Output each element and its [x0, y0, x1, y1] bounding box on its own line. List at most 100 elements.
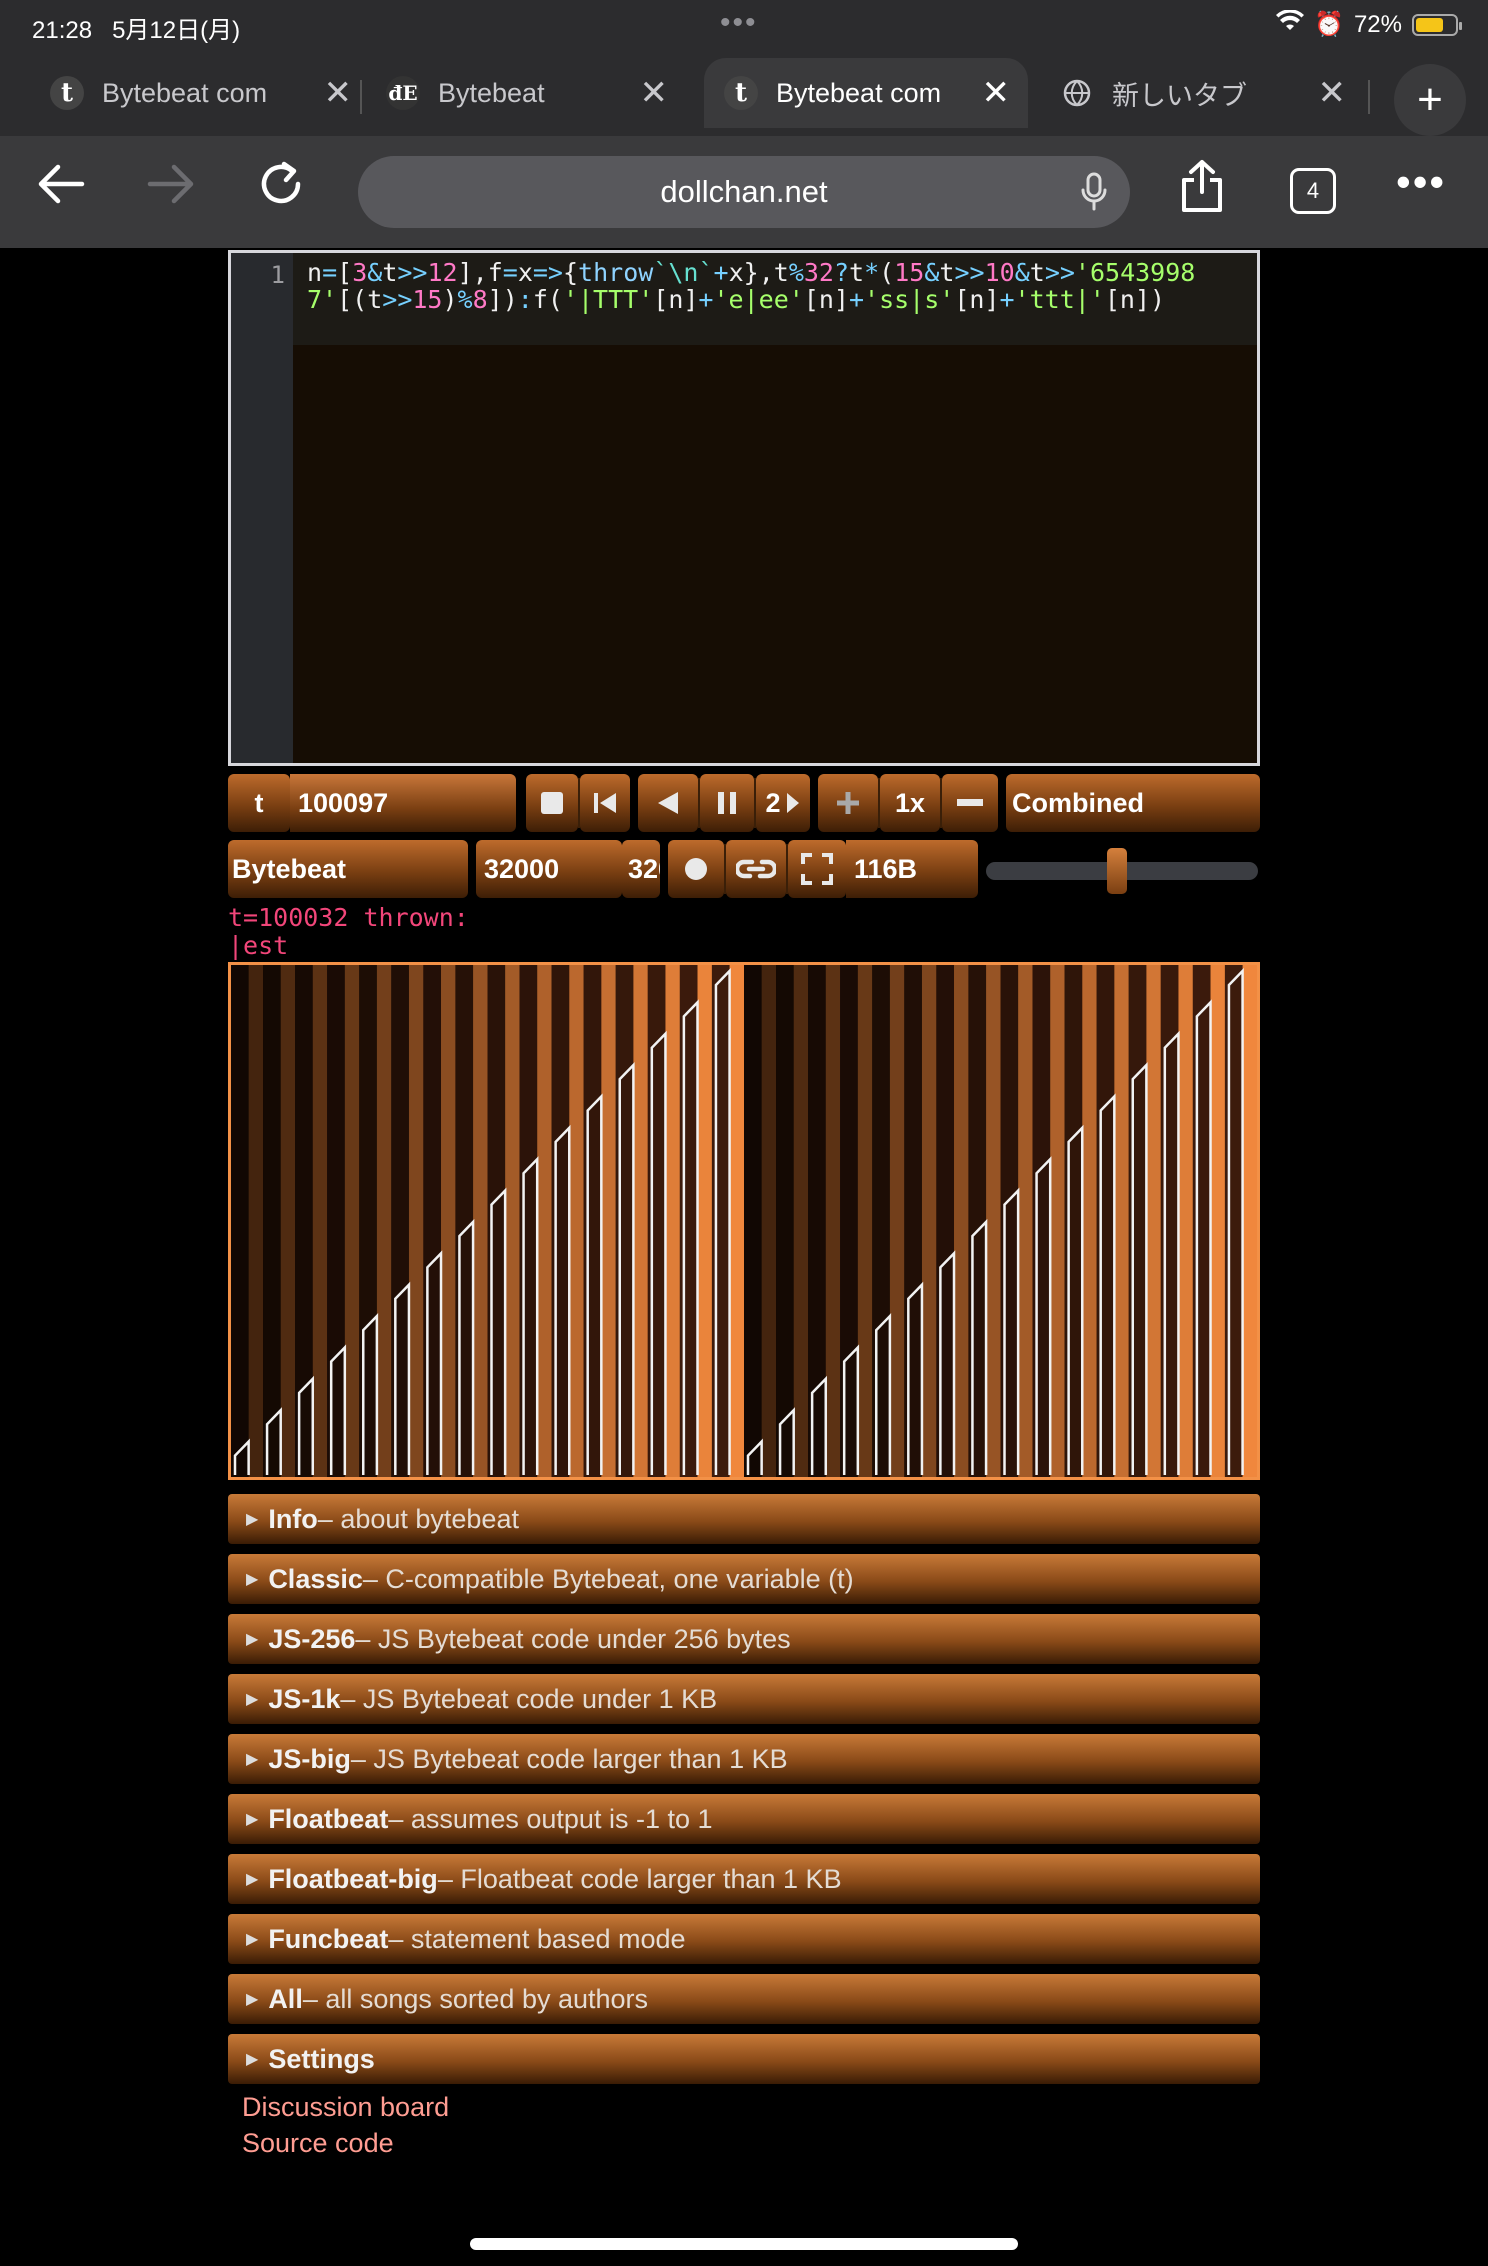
multitask-dots-icon[interactable]: ••• — [720, 6, 758, 40]
tab-bytebeat[interactable]: đE Bytebeat ✕ — [366, 58, 686, 128]
waveform-canvas[interactable] — [228, 962, 1260, 1480]
sample-rate-input[interactable]: 32000 — [476, 840, 622, 898]
stop-button[interactable] — [526, 774, 578, 832]
section-all[interactable]: ▶ All – all songs sorted by authors — [228, 1974, 1260, 2024]
tab-bytebeat-composer-active[interactable]: t Bytebeat com ✕ — [704, 58, 1028, 128]
volume-slider[interactable] — [986, 848, 1258, 894]
section-floatbeat-big[interactable]: ▶ Floatbeat-big – Floatbeat code larger t… — [228, 1854, 1260, 1904]
arrow-right-icon — [147, 164, 194, 204]
close-icon[interactable]: ✕ — [982, 73, 1011, 113]
error-message: t=100032 thrown: |est — [228, 903, 469, 960]
disclosure-triangle-icon: ▶ — [246, 1931, 259, 1948]
pause-button[interactable] — [700, 774, 754, 832]
sample-rate-select[interactable]: 32000 — [622, 840, 660, 898]
tab-bytebeat-composer-1[interactable]: t Bytebeat com ✕ — [30, 58, 370, 128]
section-title: Classic — [268, 1563, 363, 1594]
section-title: Settings — [268, 2043, 375, 2074]
status-right: ⏰ 72% — [1276, 9, 1462, 39]
fullscreen-icon — [801, 853, 833, 885]
code-size-label: 116B — [846, 840, 978, 898]
more-menu-icon[interactable]: ••• — [1396, 158, 1446, 206]
tab-favicon-icon: t — [724, 76, 758, 110]
back-button[interactable] — [36, 162, 86, 217]
section-description: – JS Bytebeat code larger than 1 KB — [350, 1743, 788, 1774]
close-icon[interactable]: ✕ — [324, 73, 353, 113]
section-js-big[interactable]: ▶ JS-big – JS Bytebeat code larger than 1… — [228, 1734, 1260, 1784]
section-info[interactable]: ▶ Info – about bytebeat — [228, 1494, 1260, 1544]
status-bar: 21:28 5月12日(月) ••• ⏰ 72% — [0, 0, 1488, 50]
record-button[interactable] — [668, 840, 724, 898]
section-title: JS-1k — [268, 1683, 341, 1714]
disclosure-triangle-icon: ▶ — [246, 1991, 259, 2008]
mode-select[interactable]: Bytebeat — [228, 840, 468, 898]
share-link-button[interactable] — [726, 840, 786, 898]
section-description: – JS Bytebeat code under 256 bytes — [355, 1623, 791, 1654]
microphone-icon[interactable] — [1080, 172, 1108, 221]
waveform-display — [231, 965, 1257, 1477]
share-button[interactable] — [1178, 158, 1226, 225]
speed-direction-label: 2 — [765, 787, 781, 818]
section-classic[interactable]: ▶ Classic – C-compatible Bytebeat, one va… — [228, 1554, 1260, 1604]
speed-value[interactable]: 1x — [880, 774, 940, 832]
share-icon — [1182, 160, 1222, 212]
tab-title: Bytebeat com — [776, 77, 942, 108]
stop-icon — [541, 792, 563, 814]
alarm-icon: ⏰ — [1314, 11, 1344, 38]
reload-icon — [261, 161, 301, 204]
code-text[interactable]: n=[3&t>>12],f=x=>{throw`\n`+x},t%32?t*(1… — [307, 259, 1257, 313]
section-title: JS-256 — [268, 1623, 356, 1654]
source-code-link[interactable]: Source code — [242, 2128, 394, 2159]
section-title: Info — [268, 1503, 318, 1534]
home-indicator[interactable] — [470, 2238, 1018, 2250]
play-backward-button[interactable] — [638, 774, 698, 832]
volume-slider-thumb[interactable] — [1106, 848, 1127, 894]
globe-icon — [1060, 76, 1094, 110]
pause-icon — [718, 792, 736, 814]
playback-controls: t 100097 2 1x Combined — [228, 774, 1260, 832]
play-forward-speed-button[interactable]: 2 — [756, 774, 810, 832]
reload-button[interactable] — [256, 158, 308, 221]
discussion-board-link[interactable]: Discussion board — [242, 2092, 449, 2123]
section-js-1k[interactable]: ▶ JS-1k – JS Bytebeat code under 1 KB — [228, 1674, 1260, 1724]
section-title: Floatbeat-big — [268, 1863, 438, 1894]
forward-button[interactable] — [146, 162, 196, 217]
draw-mode-select[interactable]: Combined — [1006, 774, 1260, 832]
tab-count-button[interactable]: 4 — [1290, 168, 1336, 214]
close-icon[interactable]: ✕ — [640, 73, 669, 113]
battery-percent: 72% — [1353, 10, 1402, 38]
disclosure-triangle-icon: ▶ — [246, 1571, 259, 1588]
disclosure-triangle-icon: ▶ — [246, 1511, 259, 1528]
arrow-left-icon — [38, 164, 85, 204]
code-editor[interactable]: 1 n=[3&t>>12],f=x=>{throw`\n`+x},t%32?t*… — [228, 250, 1260, 766]
record-icon — [685, 858, 707, 880]
tab-strip: t Bytebeat com ✕ đE Bytebeat ✕ t Bytebea… — [0, 50, 1488, 136]
plus-icon — [837, 792, 859, 814]
disclosure-triangle-icon: ▶ — [246, 1751, 259, 1768]
close-icon[interactable]: ✕ — [1318, 73, 1347, 113]
section-js-256[interactable]: ▶ JS-256 – JS Bytebeat code under 256 byt… — [228, 1614, 1260, 1664]
t-input[interactable]: 100097 — [290, 774, 516, 832]
section-description: – Floatbeat code larger than 1 KB — [437, 1863, 842, 1894]
url-text: dollchan.net — [660, 174, 828, 209]
section-description: – C-compatible Bytebeat, one variable (t… — [362, 1563, 854, 1594]
tab-new-tab[interactable]: 新しいタブ ✕ — [1040, 58, 1364, 128]
speed-down-button[interactable] — [942, 774, 998, 832]
section-floatbeat[interactable]: ▶ Floatbeat – assumes output is -1 to 1 — [228, 1794, 1260, 1844]
tab-favicon-icon: t — [50, 76, 84, 110]
section-description: – statement based mode — [388, 1923, 686, 1954]
skip-back-icon — [594, 793, 616, 813]
tab-title: Bytebeat com — [102, 77, 268, 108]
reset-button[interactable] — [580, 774, 630, 832]
mode-controls: Bytebeat 32000 32000 116B — [228, 840, 1260, 898]
battery-icon — [1412, 13, 1462, 36]
wifi-icon — [1276, 9, 1305, 39]
speed-up-button[interactable] — [818, 774, 878, 832]
section-title: JS-big — [268, 1743, 351, 1774]
section-funcbeat[interactable]: ▶ Funcbeat – statement based mode — [228, 1914, 1260, 1964]
plus-icon: + — [1417, 75, 1443, 124]
new-tab-button[interactable]: + — [1394, 64, 1466, 136]
section-settings[interactable]: ▶ Settings — [228, 2034, 1260, 2084]
address-bar[interactable]: dollchan.net — [358, 156, 1130, 228]
disclosure-triangle-icon: ▶ — [246, 1871, 259, 1888]
fullscreen-button[interactable] — [788, 840, 846, 898]
